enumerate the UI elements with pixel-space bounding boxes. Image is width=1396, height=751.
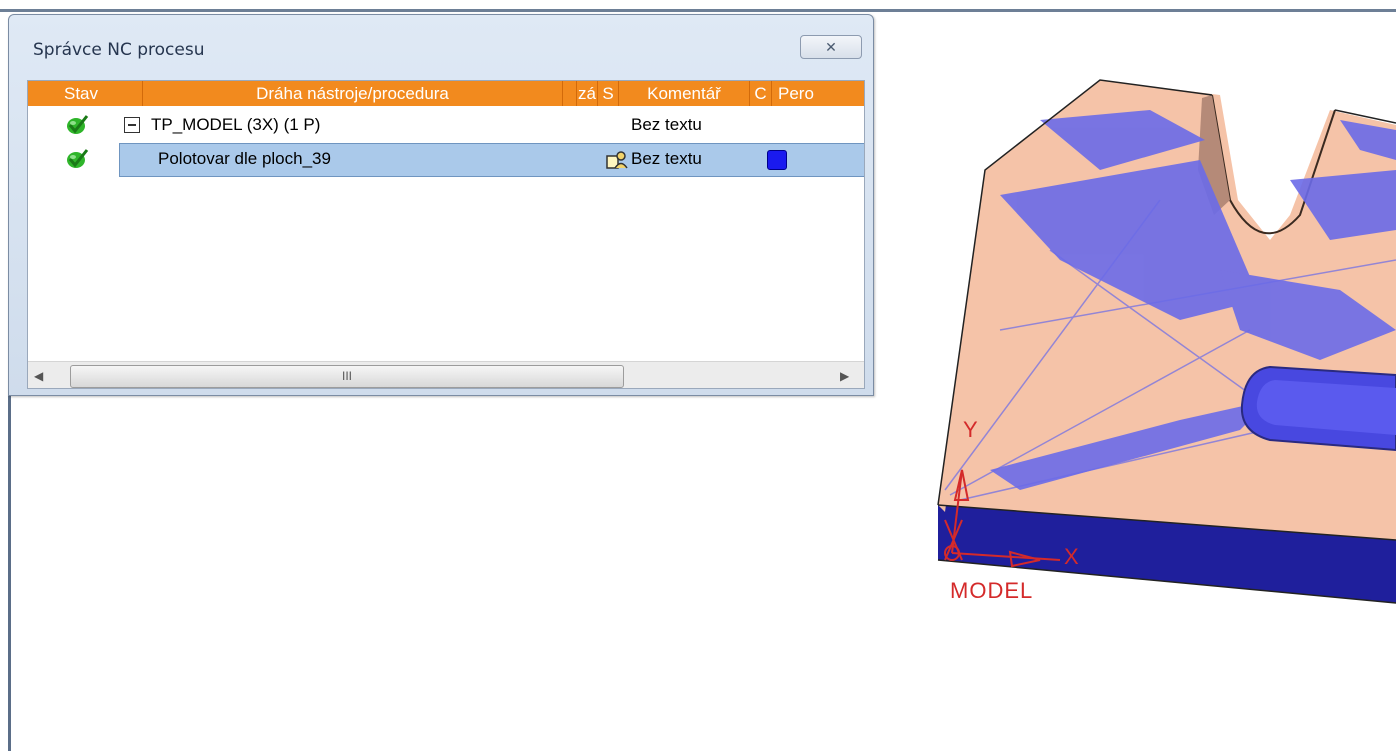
axis-y-label: Y [963,417,978,442]
column-header-blank[interactable] [563,81,577,106]
row-comment: Bez textu [631,149,702,168]
table-row[interactable]: Polotovar dle ploch_39 Bez textu [28,143,864,177]
column-header-s[interactable]: S [598,81,619,106]
horizontal-scrollbar[interactable]: ◀ III ▶ [28,361,864,388]
axis-x-label: X [1064,544,1079,569]
column-header-comment[interactable]: Komentář [619,81,750,106]
check-icon [67,115,89,134]
grid-header: Stav Dráha nástroje/procedura zá S Komen… [28,81,864,106]
column-header-status[interactable]: Stav [28,81,143,106]
color-swatch[interactable] [767,150,787,170]
minus-box-icon[interactable] [124,117,140,133]
table-row[interactable]: TP_MODEL (3X) (1 P) Bez textu [28,109,864,141]
column-header-pero[interactable]: Pero [772,81,864,106]
csys-model-label: MODEL [950,578,1033,603]
check-icon [67,149,89,168]
row-comment: Bez textu [631,115,702,134]
dialog-title: Správce NC procesu [33,40,205,60]
arrow-right-icon[interactable]: ▶ [840,369,849,383]
row-name: TP_MODEL (3X) (1 P) [151,115,321,134]
nc-process-manager-dialog[interactable]: Správce NC procesu ✕ Stav Dráha nástroje… [8,14,874,396]
close-x-icon: ✕ [825,38,837,55]
close-button[interactable]: ✕ [800,35,862,59]
arrow-left-icon[interactable]: ◀ [34,369,43,383]
column-header-toolpath[interactable]: Dráha nástroje/procedura [143,81,563,106]
column-header-za[interactable]: zá [577,81,598,106]
row-name: Polotovar dle ploch_39 [158,149,331,168]
process-grid[interactable]: Stav Dráha nástroje/procedura zá S Komen… [27,80,865,389]
scrollbar-thumb[interactable]: III [70,365,624,388]
workpiece-person-icon [606,151,628,169]
column-header-c[interactable]: C [750,81,772,106]
